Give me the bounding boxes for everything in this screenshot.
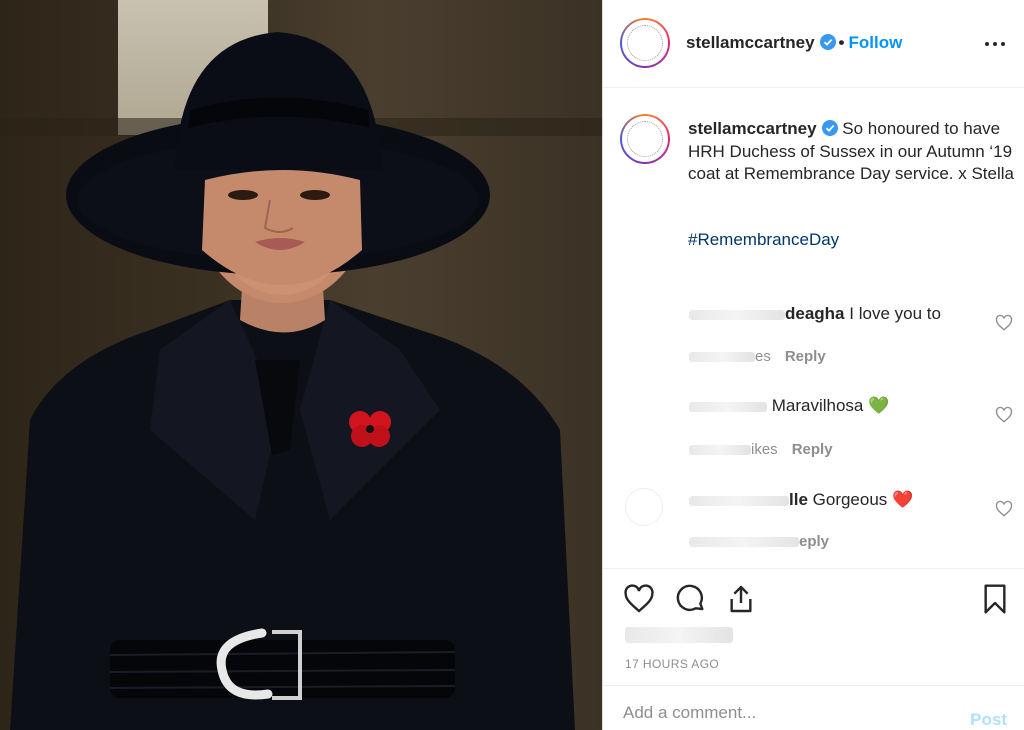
post-timestamp[interactable]: 17 HOURS AGO (625, 657, 719, 671)
photo-subject (10, 32, 575, 730)
reply-button[interactable]: Reply (785, 348, 826, 365)
post-actions: 17 HOURS AGO (603, 568, 1024, 684)
comment-meta: es Reply (689, 348, 826, 365)
comment-likes[interactable]: es (755, 348, 771, 365)
post-header: stellamccartney • Follow (603, 0, 1024, 88)
header-separator: • (838, 33, 845, 52)
comment-like-heart-icon[interactable] (995, 406, 1013, 424)
comment-likes[interactable]: ikes (751, 441, 778, 458)
comment-text-row: lle Gorgeous ❤️ (689, 490, 913, 510)
heart-icon[interactable] (623, 583, 655, 615)
comment-text: Gorgeous ❤️ (812, 490, 914, 509)
comment-like-heart-icon[interactable] (995, 314, 1013, 332)
comment-username[interactable]: lle (789, 490, 808, 509)
post-photo[interactable] (0, 0, 602, 730)
profile-avatar[interactable] (620, 18, 670, 68)
comment-text: I love you to (849, 304, 941, 323)
follow-button[interactable]: Follow (848, 33, 902, 52)
bookmark-icon[interactable] (979, 583, 1011, 615)
caption: stellamccartney So honoured to have HRH … (688, 118, 1018, 186)
caption-avatar[interactable] (620, 114, 670, 164)
comment-meta: eply (689, 533, 829, 550)
comment-text-row: Maravilhosa 💚 (689, 396, 889, 416)
blurred-username (689, 401, 767, 412)
post-side-panel: stellamccartney • Follow stellamccartney S… (602, 0, 1024, 730)
comment-text: Maravilhosa 💚 (771, 396, 890, 415)
reply-button[interactable]: eply (799, 533, 829, 550)
more-options-icon[interactable] (981, 30, 1009, 58)
comment-avatar[interactable] (625, 488, 663, 526)
comment-text-row: deagha I love you to (689, 304, 941, 324)
comment-avatar[interactable] (625, 394, 663, 432)
comment-username[interactable]: deagha (785, 304, 845, 323)
blurred-likes (689, 537, 799, 548)
blurred-likes (689, 445, 751, 456)
comment-input[interactable] (623, 700, 943, 726)
hashtag-link[interactable]: #RemembranceDay (688, 230, 839, 250)
caption-username[interactable]: stellamccartney (688, 119, 817, 138)
header-username-row: stellamccartney • Follow (686, 33, 902, 53)
comment-like-heart-icon[interactable] (995, 500, 1013, 518)
blurred-username (689, 309, 785, 320)
blurred-likes (689, 352, 755, 363)
comment-composer: Post (603, 685, 1024, 730)
verified-badge-icon (821, 120, 838, 136)
verified-badge-icon (819, 34, 836, 50)
comment-bubble-icon[interactable] (675, 583, 707, 615)
blurred-username (689, 495, 789, 506)
header-username[interactable]: stellamccartney (686, 33, 815, 52)
blurred-like-count[interactable] (625, 627, 733, 643)
share-icon[interactable] (725, 583, 757, 615)
comment-meta: ikes Reply (689, 441, 833, 458)
reply-button[interactable]: Reply (792, 441, 833, 458)
post-comment-button[interactable]: Post (970, 710, 1007, 730)
comment-avatar[interactable] (625, 300, 663, 338)
